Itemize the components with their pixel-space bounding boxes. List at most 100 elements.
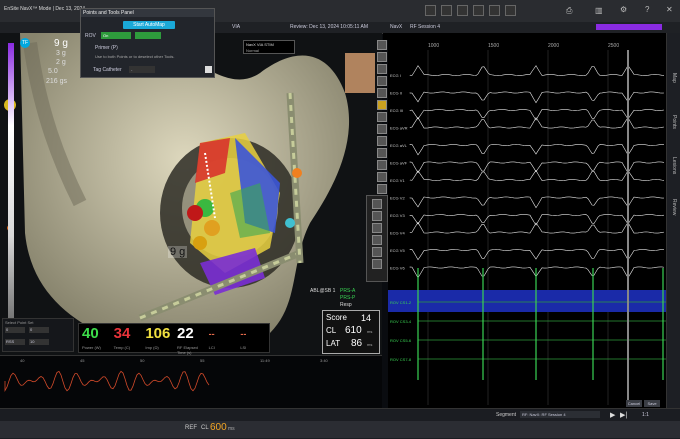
abl-label: ABL@SB 1 — [310, 288, 336, 294]
panel-header: Points and Tools Panel — [81, 9, 214, 17]
step-icon[interactable]: ▶| — [620, 411, 627, 419]
tf-badge-icon: TF — [20, 38, 30, 48]
playback-controls: ▶ ▶| — [610, 411, 640, 419]
shadow-icon[interactable] — [377, 172, 387, 182]
anchor-icon[interactable] — [372, 247, 382, 257]
ecg-trace — [409, 169, 665, 181]
ecg-trace — [409, 221, 665, 234]
force-readout: 9 g — [168, 246, 188, 258]
ecg-trace — [409, 266, 665, 279]
tag-catheter-select[interactable]: - — [129, 66, 155, 73]
tab-points[interactable]: Points — [671, 115, 677, 129]
filter-icon[interactable] — [377, 124, 387, 134]
save-button[interactable]: Save — [644, 400, 660, 407]
lung-icon[interactable] — [372, 259, 382, 269]
field-2[interactable]: 0 — [29, 327, 49, 333]
ecg-trace — [409, 161, 665, 174]
mesh-icon[interactable] — [377, 136, 387, 146]
scissors-icon[interactable] — [372, 211, 382, 221]
ecg-trace — [409, 117, 665, 129]
field-1[interactable]: 0 — [5, 327, 25, 333]
grid-icon[interactable] — [377, 184, 387, 194]
metric-3: 106 Imp (Ω) — [142, 324, 174, 352]
close-icon[interactable]: ✕ — [666, 5, 673, 14]
layer-icon[interactable] — [377, 112, 387, 122]
zoom-icon[interactable] — [377, 52, 387, 62]
rov-dropdown[interactable] — [135, 32, 161, 39]
ref-cl-label: CL — [201, 425, 209, 431]
tab-lesions[interactable]: Lesions — [671, 157, 677, 174]
rotate-icon[interactable] — [377, 40, 387, 50]
list-icon[interactable] — [473, 5, 484, 16]
ecg-trace — [409, 196, 665, 209]
field-4[interactable]: 10 — [29, 339, 49, 345]
layout-icon[interactable] — [457, 5, 468, 16]
metric-value: 40 — [82, 325, 99, 342]
settings-icon[interactable]: ⚙ — [620, 5, 627, 14]
chart-icon[interactable]: ▥ — [595, 6, 603, 15]
metric-label: RF Elapsed Time (s) — [177, 345, 198, 355]
lat-value: 86 — [351, 338, 363, 349]
camera-icon[interactable]: ⎙ — [566, 6, 572, 16]
point-set-label: Select Point Set — [5, 320, 34, 325]
metric-1: 40 Power (W) — [79, 324, 111, 352]
rov-label: ROV — [85, 33, 96, 39]
ecg-channel-label: ECG aVL — [390, 143, 408, 148]
rov-select[interactable]: On — [101, 32, 131, 39]
points-icon[interactable] — [377, 160, 387, 170]
ecg-trace — [409, 91, 665, 104]
metric-label: Power (W) — [82, 345, 101, 350]
metric-label: LSI — [240, 345, 247, 350]
ecg-channel-label: ECG V4 — [390, 231, 405, 236]
person-icon[interactable] — [372, 199, 382, 209]
contact-value-5: 216 gs — [46, 78, 68, 85]
print-icon[interactable] — [505, 5, 516, 16]
field-1-value: 0 — [6, 327, 9, 332]
contact-values: 9 g 3 g 2 g 5.0 216 gs — [44, 38, 76, 93]
resp-tick-label: 3:40 — [320, 358, 329, 363]
pan-icon[interactable] — [377, 64, 387, 74]
help-icon[interactable]: ? — [645, 5, 649, 14]
panel-hint: Use to both Points or to deselect other … — [95, 54, 175, 59]
resp-tick-label: 45 — [80, 358, 85, 363]
split-icon[interactable] — [489, 5, 500, 16]
session-label: RF Session 4 — [410, 24, 441, 30]
view-icon[interactable] — [377, 88, 387, 98]
ruler-icon[interactable] — [377, 76, 387, 86]
field-3-value: RSS — [6, 339, 15, 344]
point-set-panel: Select Point Set 0 0 RSS 10 — [2, 318, 74, 352]
panel-title: Points and Tools Panel — [83, 10, 134, 16]
ecg-channel-label: ECG V1 — [390, 178, 405, 183]
cl-value: 610 — [345, 325, 362, 336]
metric-value: 106 — [145, 325, 171, 342]
ref-bar: REF CL 600 ms — [0, 421, 680, 438]
selected-channel-band — [388, 290, 666, 312]
segment-select[interactable]: RF: NavX: RF Session 4 — [520, 411, 600, 418]
highlight-icon[interactable] — [377, 100, 387, 110]
cancel-button[interactable]: Cancel — [626, 400, 642, 407]
ecg-channel-label: ECG V2 — [390, 196, 405, 201]
respiration-trace: 40 45 50 55 11:49 3:40 — [0, 355, 382, 409]
green-channel-label: ROV CS5-6 — [390, 338, 412, 343]
camera-icon[interactable] — [425, 5, 436, 16]
metric-value: -- — [208, 329, 215, 339]
cl-label: CL — [326, 326, 337, 335]
metric-value: 22 — [177, 325, 194, 342]
start-automap-button[interactable]: Start AutoMap — [123, 21, 175, 29]
ecg-traces: 1000 1500 2000 2500 ECG I ECG II ECG III ECG aV… — [388, 43, 666, 405]
panel-checkbox[interactable] — [205, 66, 212, 73]
tab-map[interactable]: Map — [671, 73, 677, 83]
zoom-level: 1:1 — [642, 412, 649, 418]
camera-icon[interactable] — [372, 235, 382, 245]
play-icon[interactable]: ▶ — [610, 411, 615, 419]
ecg-tick-label: 2000 — [548, 43, 559, 49]
resp-tick-label: 40 — [20, 358, 25, 363]
tab-review[interactable]: Review — [671, 199, 677, 215]
ecg-trace — [409, 214, 665, 226]
color-icon[interactable] — [377, 148, 387, 158]
grid-icon[interactable] — [441, 5, 452, 16]
ecg-tick-label: 1000 — [428, 43, 439, 49]
ci-icon[interactable] — [372, 223, 382, 233]
field-3[interactable]: RSS — [5, 339, 25, 345]
ecg-trace — [409, 109, 665, 121]
